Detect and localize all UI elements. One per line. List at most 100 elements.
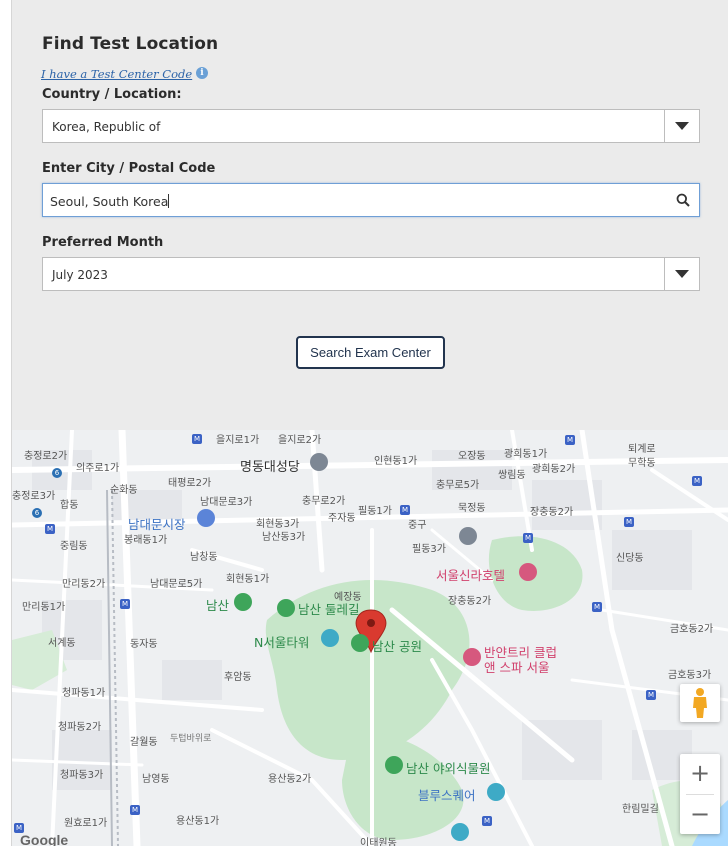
map-label: 광희동2가 [532,464,576,475]
country-dropdown-button[interactable] [664,110,699,142]
map-label: 갈월동 [130,737,158,748]
map-label: 청파동2가 [58,722,102,733]
map-label: 중림동 [60,541,88,552]
map-label: 을지로2가 [278,435,322,446]
map-label: 충정로3가 [12,491,56,502]
route-6-icon: 6 [32,508,42,518]
map-label: 오장동 [458,451,486,462]
map-label: 만리동2가 [62,579,106,590]
map-label-blue-square: 블루스퀘어 [418,788,476,803]
plus-icon[interactable]: + [680,754,720,794]
map-label: 순화동 [110,485,138,496]
map-label: 원효로1가 [64,818,108,829]
route-6-icon: 6 [52,468,62,478]
city-input[interactable]: Seoul, South Korea [42,183,700,217]
map-label-n-seoul-tower: N서울타워 [254,635,310,650]
country-value: Korea, Republic of [52,120,161,134]
month-dropdown-button[interactable] [664,258,699,290]
chevron-down-icon [675,122,689,130]
map-label: 이태원동 [360,838,397,846]
map-label: 봉래동1가 [124,535,168,546]
metro-icon: M [120,599,130,609]
map-label-shilla-hotel: 서울신라호텔 [436,568,506,583]
test-center-code-link[interactable]: I have a Test Center Code [41,67,192,81]
search-panel: Find Test Location I have a Test Center … [12,0,728,430]
map-label: 금호동2가 [670,624,714,635]
map-label: 청파동1가 [62,688,106,699]
map-label: 남대문로5가 [150,579,203,590]
city-value: Seoul, South Korea [50,194,169,209]
map-label: 쌍림동 [498,470,526,481]
map-label: 광희동1가 [504,449,548,460]
city-label: Enter City / Postal Code [42,161,216,176]
map-label-banyan-tree-spa: 앤 스파 서울 [484,660,550,675]
zoom-control: + − [680,754,720,834]
country-label: Country / Location: [42,87,182,102]
map-label-myeongdong-cathedral: 명동대성당 [240,460,300,475]
map-label: 인현동1가 [374,456,418,467]
map-label: 을지로1가 [216,435,260,446]
month-value: July 2023 [52,268,108,282]
map-label: 용산동2가 [268,774,312,785]
map-label: 한림밀길 [622,804,659,815]
map-label: 묵정동 [458,503,486,514]
map-label: 서계동 [48,638,76,649]
search-icon[interactable] [676,193,690,207]
map-label: 주자동 [328,513,356,524]
map-label-namsan-botanical: 남산 야외식물원 [406,761,491,776]
map-label-namsan-dulle: 남산 둘레길 [298,602,360,617]
pegman-icon[interactable] [680,684,720,722]
map-label: 퇴계로 [628,444,656,455]
metro-icon: M [523,533,533,543]
map-label: 충무로5가 [436,480,480,491]
search-exam-center-button[interactable]: Search Exam Center [296,336,445,369]
map-label: 필동3가 [412,544,446,555]
map-label: 충무로2가 [302,496,346,507]
metro-icon: M [130,805,140,815]
map-label: 장충동2가 [448,596,492,607]
map-label: 회현동1가 [226,574,270,585]
map-label: 남영동 [142,774,170,785]
map-label: 두텁바위로 [170,734,212,744]
map-label: 신당동 [616,553,644,564]
metro-icon: M [624,517,634,527]
map-label: 후암동 [224,672,252,683]
google-logo: Google [20,832,69,846]
text-caret [168,194,170,208]
metro-icon: M [400,505,410,515]
chevron-down-icon [675,270,689,278]
map-label: 남산동3가 [262,532,306,543]
map-label: 합동 [60,500,79,511]
metro-icon: M [192,434,202,444]
map-label-namsan-park: 남산 공원 [372,639,422,654]
map-label: 만리동1가 [22,602,66,613]
map-label: 동자동 [130,639,158,650]
metro-icon: M [482,816,492,826]
map-label: 무학동 [628,458,656,469]
map-label-namsan: 남산 [206,598,230,613]
metro-icon: M [45,524,55,534]
month-label: Preferred Month [42,235,164,250]
month-select[interactable]: July 2023 [42,257,700,291]
map-label: 남창동 [190,552,218,563]
metro-icon: M [592,602,602,612]
country-select[interactable]: Korea, Republic of [42,109,700,143]
metro-icon: M [565,435,575,445]
map-label: 용산동1가 [176,816,220,827]
map-label: 중구 [408,520,427,531]
metro-icon: M [692,476,702,486]
map-label: 장충동2가 [530,507,574,518]
metro-icon: M [646,690,656,700]
map-label: 청파동3가 [60,770,104,781]
map[interactable]: M M M M M M M M M M M M M 6 6 을지로1가 을지로2… [12,430,728,846]
left-edge [0,0,12,846]
map-label: 금호동3가 [668,670,712,681]
map-label: 충정로2가 [24,451,68,462]
map-label: 의주로1가 [76,463,120,474]
map-label: 필동1가 [358,506,392,517]
map-label: 남대문로3가 [200,497,253,508]
page-title: Find Test Location [42,34,219,54]
map-label: 태평로2가 [168,478,212,489]
info-icon[interactable]: i [196,67,208,79]
minus-icon[interactable]: − [680,795,720,835]
